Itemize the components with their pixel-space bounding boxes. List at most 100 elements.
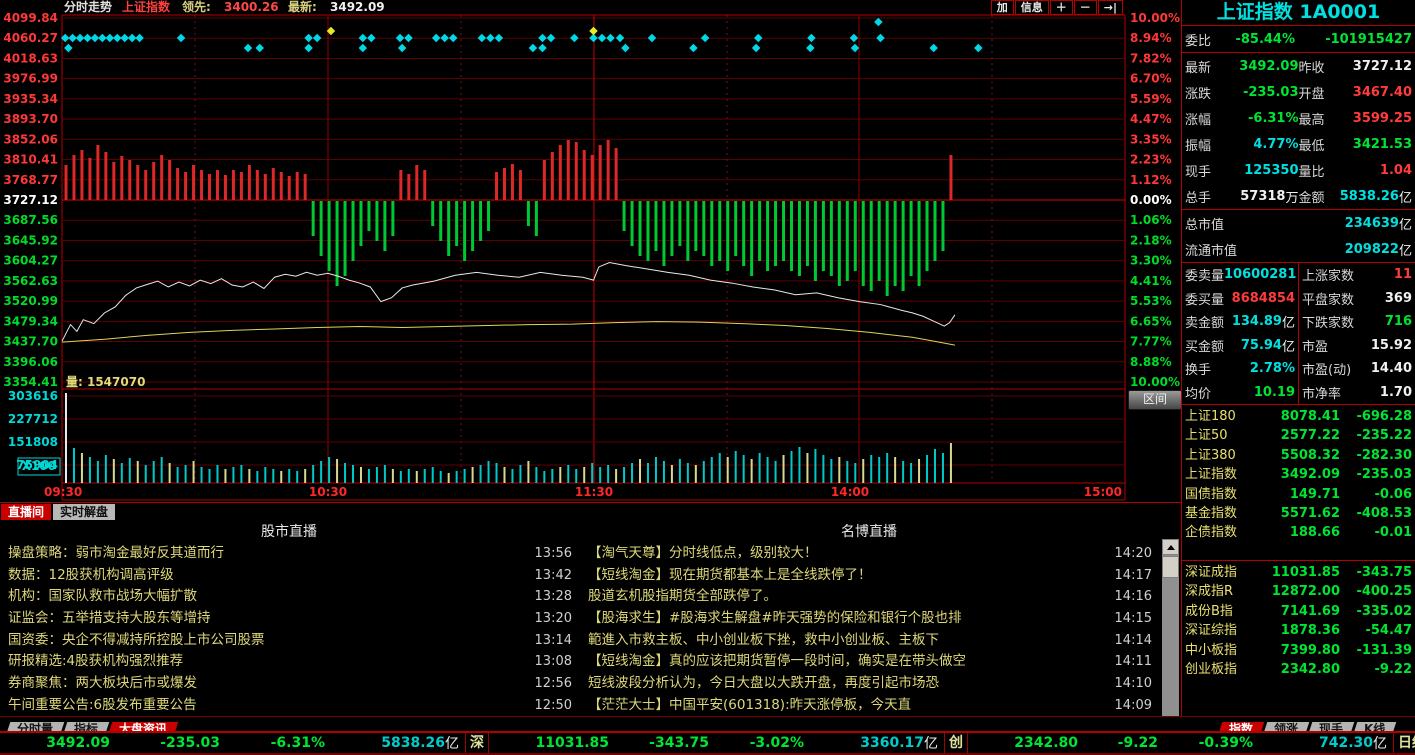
news-item[interactable]: 短线波段分析认为，今日大盘以大跌开盘，再度引起市场恐14:10 <box>580 673 1158 695</box>
index-row[interactable]: 上证502577.22-235.22 <box>1182 426 1415 445</box>
info-marker-icon[interactable] <box>589 27 597 35</box>
status-market-label[interactable]: 创 <box>944 733 968 753</box>
news-item[interactable]: 股道玄机股指期货全部跌停了。14:16 <box>580 586 1158 608</box>
info-marker-icon[interactable] <box>91 34 99 42</box>
info-marker-icon[interactable] <box>398 44 406 52</box>
info-marker-icon[interactable] <box>752 44 760 52</box>
info-marker-icon[interactable] <box>255 44 263 52</box>
info-marker-icon[interactable] <box>538 44 546 52</box>
news-item[interactable]: 【短线淘金】现在期货都基本上是全线跌停了！14:17 <box>580 565 1158 587</box>
trading-terminal: 4099.844060.274018.633976.993935.343893.… <box>0 0 1415 755</box>
info-marker-icon[interactable] <box>135 34 143 42</box>
info-marker-icon[interactable] <box>432 34 440 42</box>
info-marker-icon[interactable] <box>304 34 312 42</box>
info-marker-icon[interactable] <box>874 18 882 26</box>
index-row[interactable]: 企债指数188.66-0.01 <box>1182 523 1415 542</box>
info-marker-icon[interactable] <box>689 44 697 52</box>
info-marker-icon[interactable] <box>806 44 814 52</box>
index-row[interactable]: 中小板指7399.80-131.39 <box>1182 641 1415 660</box>
news-item[interactable]: 【短线淘金】真的应该把期货暂停一段时间，确实是在带头做空14:11 <box>580 651 1158 673</box>
news-item[interactable]: 【股海求生】#股海求生解盘#昨天强势的保险和银行个股也排14:15 <box>580 608 1158 630</box>
info-marker-icon[interactable] <box>98 34 106 42</box>
info-marker-icon[interactable] <box>754 34 762 42</box>
info-marker-icon[interactable] <box>974 44 982 52</box>
broadcast-tab-1[interactable]: 实时解盘 <box>53 504 115 520</box>
range-select-button[interactable]: 区间 <box>1128 390 1182 410</box>
info-marker-icon[interactable] <box>440 34 448 42</box>
scrollbar-thumb[interactable] <box>1162 556 1179 578</box>
zoom-in-button[interactable]: ＋ <box>1050 0 1073 15</box>
status-market-label[interactable]: 深 <box>465 733 489 753</box>
news-item[interactable]: 【淘气天尊】分时线低点，级别较大！14:20 <box>580 543 1158 565</box>
news-scrollbar[interactable] <box>1162 539 1179 717</box>
go-right-button[interactable]: →| <box>1098 0 1123 15</box>
info-marker-icon[interactable] <box>616 34 624 42</box>
news-item[interactable]: 範進入市救主板、中小创业板下挫，救中小创业板、主板下14:14 <box>580 630 1158 652</box>
info-marker-icon[interactable] <box>177 34 185 42</box>
info-marker-icon[interactable] <box>120 34 128 42</box>
up-tick-bar <box>615 148 618 200</box>
news-item[interactable]: 券商聚焦：两大板块后市或爆发12:56 <box>0 673 578 695</box>
index-row[interactable]: 上证指数3492.09-235.03 <box>1182 465 1415 484</box>
zoom-out-button[interactable]: － <box>1074 0 1097 15</box>
info-marker-icon[interactable] <box>648 34 656 42</box>
info-marker-icon[interactable] <box>495 34 503 42</box>
info-marker-icon[interactable] <box>83 34 91 42</box>
info-marker-icon[interactable] <box>128 34 136 42</box>
info-marker-icon[interactable] <box>367 34 375 42</box>
info-marker-icon[interactable] <box>851 44 859 52</box>
info-marker-icon[interactable] <box>876 34 884 42</box>
index-row[interactable]: 上证3805508.32-282.30 <box>1182 446 1415 465</box>
add-button[interactable]: 加 <box>991 0 1014 15</box>
info-marker-icon[interactable] <box>113 34 121 42</box>
scroll-up-icon[interactable] <box>1162 539 1179 555</box>
info-marker-icon[interactable] <box>606 34 614 42</box>
info-marker-icon[interactable] <box>304 44 312 52</box>
info-marker-icon[interactable] <box>449 34 457 42</box>
info-marker-icon[interactable] <box>621 44 629 52</box>
volume-bar <box>456 471 458 483</box>
info-marker-icon[interactable] <box>486 34 494 42</box>
info-marker-icon[interactable] <box>529 44 537 52</box>
info-marker-icon[interactable] <box>404 34 412 42</box>
index-row[interactable]: 深证成指11031.85-343.75 <box>1182 563 1415 582</box>
broadcast-tab-0[interactable]: 直播间 <box>1 504 51 520</box>
status-market-label[interactable]: 日经225 <box>1393 733 1415 753</box>
info-marker-icon[interactable] <box>478 34 486 42</box>
info-button[interactable]: 信息 <box>1015 0 1049 15</box>
down-tick-bar <box>431 201 434 226</box>
info-marker-icon[interactable] <box>244 44 252 52</box>
info-marker-icon[interactable] <box>106 34 114 42</box>
news-item[interactable]: 机构：国家队救市战场大幅扩散13:28 <box>0 586 578 608</box>
news-item[interactable]: 【茫茫大士】中国平安(601318):昨天涨停板，今天直14:09 <box>580 695 1158 717</box>
index-row[interactable]: 深成指R12872.00-400.25 <box>1182 582 1415 601</box>
info-marker-icon[interactable] <box>396 34 404 42</box>
info-marker-icon[interactable] <box>64 44 72 52</box>
index-row[interactable]: 基金指数5571.62-408.53 <box>1182 504 1415 523</box>
info-marker-icon[interactable] <box>807 34 815 42</box>
info-marker-icon[interactable] <box>359 34 367 42</box>
news-item[interactable]: 数据：12股获机构调高评级13:42 <box>0 565 578 587</box>
news-item[interactable]: 研报精选:4股获机构强烈推荐13:08 <box>0 651 578 673</box>
info-marker-icon[interactable] <box>598 34 606 42</box>
index-row[interactable]: 上证1808078.41-696.28 <box>1182 407 1415 426</box>
info-marker-icon[interactable] <box>929 44 937 52</box>
info-marker-icon[interactable] <box>76 34 84 42</box>
info-marker-icon[interactable] <box>850 34 858 42</box>
info-marker-icon[interactable] <box>313 34 321 42</box>
index-row[interactable]: 深证综指1878.36-54.47 <box>1182 621 1415 640</box>
info-marker-icon[interactable] <box>701 34 709 42</box>
intraday-chart[interactable]: 4099.844060.274018.633976.993935.343893.… <box>0 0 1181 502</box>
info-marker-icon[interactable] <box>359 44 367 52</box>
info-marker-icon[interactable] <box>570 34 578 42</box>
info-marker-icon[interactable] <box>547 34 555 42</box>
index-row[interactable]: 创业板指2342.80-9.22 <box>1182 660 1415 679</box>
news-item[interactable]: 午间重要公告:6股发布重要公告12:50 <box>0 695 578 717</box>
info-marker-icon[interactable] <box>538 34 546 42</box>
news-item[interactable]: 证监会：五举措支持大股东等增持13:20 <box>0 608 578 630</box>
news-item[interactable]: 操盘策略：弱市淘金最好反其道而行13:56 <box>0 543 578 565</box>
index-row[interactable]: 成份B指7141.69-335.02 <box>1182 602 1415 621</box>
info-marker-icon[interactable] <box>68 34 76 42</box>
index-row[interactable]: 国债指数149.71-0.06 <box>1182 485 1415 504</box>
news-item[interactable]: 国资委：央企不得减持所控股上市公司股票13:14 <box>0 630 578 652</box>
